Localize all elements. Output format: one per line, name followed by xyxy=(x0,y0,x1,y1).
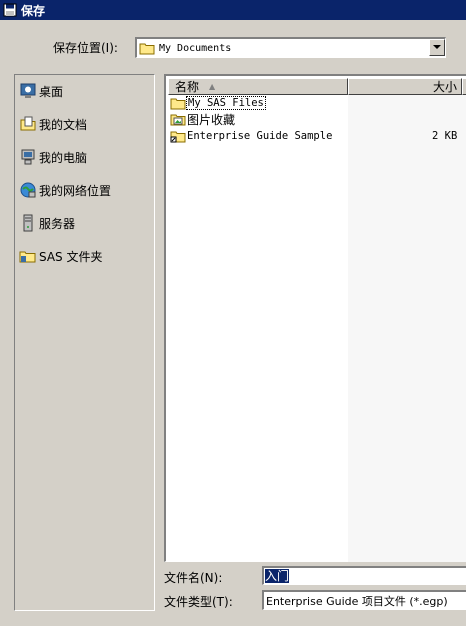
place-label: SAS 文件夹 xyxy=(39,249,103,264)
network-places-icon xyxy=(20,182,36,198)
filename-input[interactable]: 入门 xyxy=(262,566,466,585)
places-bar: 桌面 我的文档 我的电脑 我的网络位置 服务器 SAS 文件夹 xyxy=(14,74,155,611)
list-item[interactable]: 图片收藏 xyxy=(170,111,235,127)
place-server[interactable]: 服务器 xyxy=(19,212,75,234)
save-location-combobox[interactable]: My Documents xyxy=(135,37,446,58)
sas-folder-icon xyxy=(19,251,36,263)
place-network[interactable]: 我的网络位置 xyxy=(19,179,111,201)
save-location-label: 保存位置(I): xyxy=(53,41,118,55)
column-header-name[interactable]: 名称 ▲ xyxy=(168,78,348,95)
list-item[interactable]: Enterprise Guide Sample xyxy=(170,128,332,144)
my-computer-icon xyxy=(21,149,35,165)
place-my-documents[interactable]: 我的文档 xyxy=(19,113,87,135)
place-label: 我的电脑 xyxy=(39,150,88,165)
place-desktop[interactable]: 桌面 xyxy=(19,80,63,102)
file-list[interactable]: 名称 ▲ 大小 My SAS Files 图片收藏 Enterprise Gui… xyxy=(164,74,466,562)
desktop-icon xyxy=(20,83,36,98)
filetype-select[interactable]: Enterprise Guide 项目文件 (*.egp) xyxy=(262,590,466,610)
server-icon xyxy=(23,214,33,232)
pictures-folder-icon xyxy=(170,114,186,126)
place-label: 我的文档 xyxy=(39,117,88,132)
place-label: 我的网络位置 xyxy=(39,183,112,198)
list-item[interactable]: My SAS Files xyxy=(170,95,266,111)
filetype-label: 文件类型(T): xyxy=(164,595,233,609)
shortcut-folder-icon xyxy=(170,131,186,143)
save-icon xyxy=(3,3,17,17)
file-name: Enterprise Guide Sample xyxy=(187,130,333,142)
save-location-dropdown-button[interactable] xyxy=(429,39,445,56)
size-column-background xyxy=(348,95,466,562)
place-label: 服务器 xyxy=(39,216,76,231)
filename-label: 文件名(N): xyxy=(164,571,223,585)
chevron-down-icon xyxy=(433,45,441,49)
filetype-value: Enterprise Guide 项目文件 (*.egp) xyxy=(266,594,448,608)
window-title: 保存 xyxy=(21,3,46,18)
place-sas-folders[interactable]: SAS 文件夹 xyxy=(19,245,102,267)
place-my-computer[interactable]: 我的电脑 xyxy=(19,146,87,168)
file-name: My SAS Files xyxy=(186,96,266,110)
place-label: 桌面 xyxy=(39,84,64,99)
file-size: 2 KB xyxy=(432,130,458,142)
my-documents-icon xyxy=(20,116,36,131)
title-bar[interactable]: 保存 xyxy=(0,0,466,20)
file-name: 图片收藏 xyxy=(187,112,236,127)
filename-value: 入门 xyxy=(265,569,290,583)
column-header-overflow[interactable] xyxy=(462,78,466,95)
column-header-size[interactable]: 大小 xyxy=(348,78,462,95)
save-location-value: My Documents xyxy=(159,42,232,54)
sort-ascending-icon: ▲ xyxy=(209,82,216,91)
folder-icon xyxy=(139,43,155,55)
folder-icon xyxy=(170,98,186,110)
